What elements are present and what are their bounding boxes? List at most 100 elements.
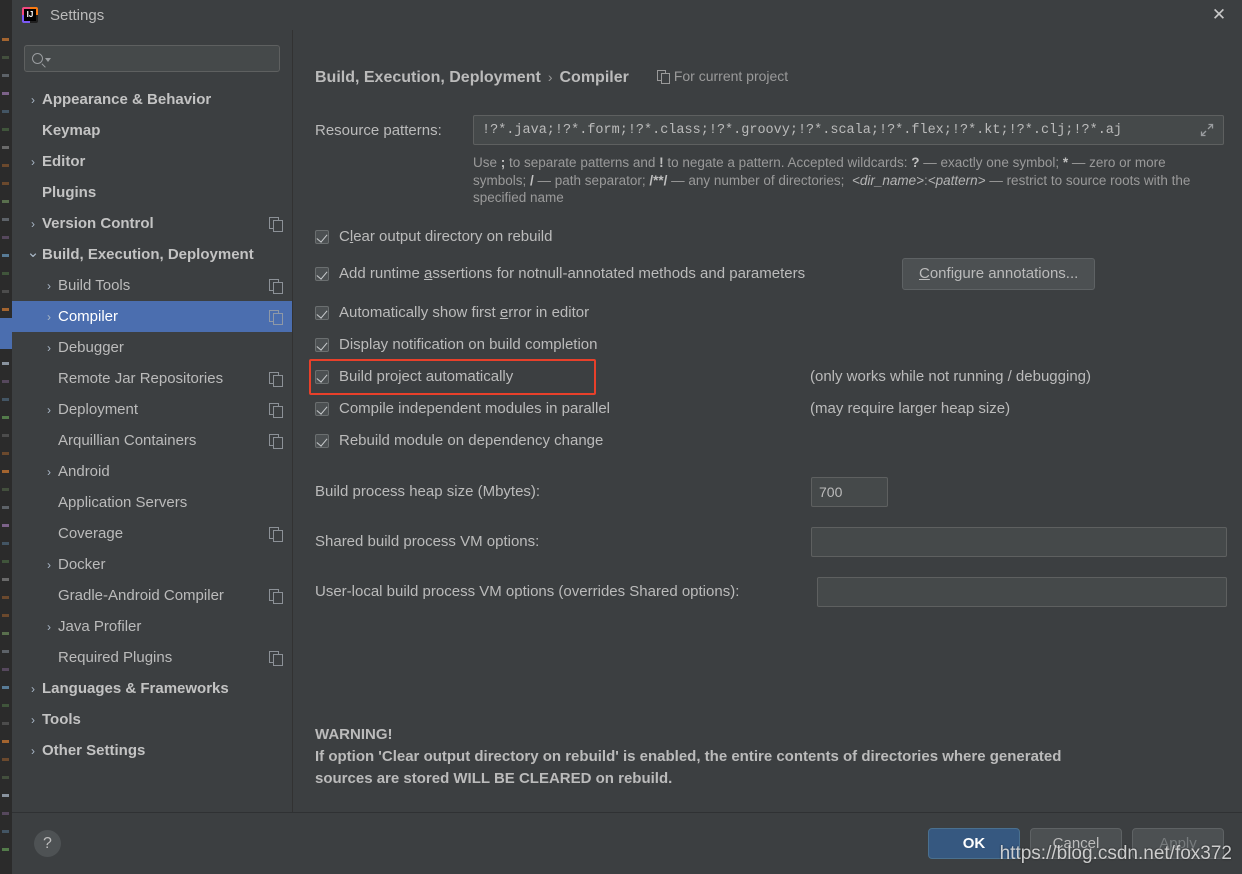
project-scope-icon <box>269 372 283 387</box>
chevron-right-icon[interactable]: › <box>24 714 42 726</box>
chevron-right-icon[interactable]: › <box>24 683 42 695</box>
configure-annotations-button[interactable]: Configure annotations... <box>902 257 1096 290</box>
sidebar-item-deployment[interactable]: › Deployment <box>12 394 292 425</box>
checkbox-label: Compile independent modules in parallel <box>339 400 611 417</box>
resource-patterns-field[interactable]: !?*.java;!?*.form;!?*.class;!?*.groovy;!… <box>473 115 1224 145</box>
search-box[interactable] <box>24 45 280 72</box>
checkbox-note: (only works while not running / debuggin… <box>810 368 1091 385</box>
chevron-right-icon[interactable]: › <box>24 218 42 230</box>
search-input[interactable] <box>51 51 272 66</box>
breadcrumb-separator: › <box>547 69 553 85</box>
chevron-right-icon[interactable]: › <box>40 559 58 571</box>
field-row: Shared build process VM options: <box>315 526 1227 557</box>
code-line-fragment <box>2 848 9 851</box>
chevron-right-icon[interactable]: › <box>40 311 58 323</box>
sidebar-item-plugins[interactable]: Plugins <box>12 177 292 208</box>
checkbox-display-notification-on-build-completion[interactable]: Display notification on build completion <box>315 336 597 353</box>
dialog-button-group: OK Cancel Apply <box>928 828 1224 859</box>
checkbox-indicator[interactable] <box>315 433 329 448</box>
sidebar-item-appearance-behavior[interactable]: › Appearance & Behavior <box>12 84 292 115</box>
chevron-right-icon[interactable]: › <box>24 94 42 106</box>
sidebar-item-docker[interactable]: › Docker <box>12 549 292 580</box>
sidebar-item-required-plugins[interactable]: Required Plugins <box>12 642 292 673</box>
checkbox-indicator[interactable] <box>315 369 329 384</box>
sidebar-item-compiler[interactable]: › Compiler <box>12 301 292 332</box>
sidebar-item-coverage[interactable]: Coverage <box>12 518 292 549</box>
checkbox-indicator[interactable] <box>315 229 329 244</box>
field-row: Build process heap size (Mbytes): <box>315 476 1224 507</box>
chevron-down-icon[interactable]: ⌄ <box>24 245 42 260</box>
checkbox-clear-output-directory-on-rebuild[interactable]: Clear output directory on rebuild <box>315 228 552 245</box>
project-scope-icon <box>269 310 283 325</box>
sidebar-item-build-tools[interactable]: › Build Tools <box>12 270 292 301</box>
sidebar-item-android[interactable]: › Android <box>12 456 292 487</box>
sidebar-item-arquillian-containers[interactable]: Arquillian Containers <box>12 425 292 456</box>
compiler-fields-list: Build process heap size (Mbytes): Shared … <box>315 476 1227 607</box>
sidebar-item-label: Arquillian Containers <box>58 432 197 449</box>
sidebar-item-gradle-android-compiler[interactable]: Gradle-Android Compiler <box>12 580 292 611</box>
code-line-fragment <box>2 614 9 617</box>
user-local-vm-options-input[interactable] <box>817 576 1227 607</box>
sidebar-item-remote-jar-repositories[interactable]: Remote Jar Repositories <box>12 363 292 394</box>
checkbox-row: Compile independent modules in parallel (… <box>315 393 1224 425</box>
sidebar-item-other-settings[interactable]: › Other Settings <box>12 735 292 766</box>
cancel-button[interactable]: Cancel <box>1030 828 1122 859</box>
sidebar-item-label: Gradle-Android Compiler <box>58 587 224 604</box>
project-scope-icon <box>656 70 670 84</box>
sidebar-item-debugger[interactable]: › Debugger <box>12 332 292 363</box>
checkbox-automatically-show-first-error-in-editor[interactable]: Automatically show first error in editor <box>315 304 589 321</box>
chevron-right-icon[interactable]: › <box>24 156 42 168</box>
chevron-right-icon[interactable]: › <box>40 280 58 292</box>
sidebar-item-label: Remote Jar Repositories <box>58 370 224 387</box>
checkbox-label: Add runtime assertions for notnull-annot… <box>339 265 806 282</box>
close-icon[interactable]: ✕ <box>1196 0 1242 30</box>
breadcrumb: Build, Execution, Deployment › Compiler … <box>315 68 1224 87</box>
project-scope-icon <box>269 403 283 418</box>
sidebar-item-languages-frameworks[interactable]: › Languages & Frameworks <box>12 673 292 704</box>
checkbox-rebuild-module-on-dependency-change[interactable]: Rebuild module on dependency change <box>315 432 603 449</box>
ok-button[interactable]: OK <box>928 828 1020 859</box>
sidebar-item-application-servers[interactable]: Application Servers <box>12 487 292 518</box>
checkbox-add-runtime-assertions-for-notnull-annotated-methods-and-parameters[interactable]: Add runtime assertions for notnull-annot… <box>315 265 805 282</box>
code-line-fragment <box>2 758 9 761</box>
chevron-right-icon[interactable]: › <box>40 404 58 416</box>
resource-patterns-hint: Use ; to separate patterns and ! to nega… <box>473 155 1191 205</box>
checkbox-indicator[interactable] <box>315 401 329 416</box>
warning-line-1: If option 'Clear output directory on reb… <box>315 748 1062 765</box>
checkbox-indicator[interactable] <box>315 305 329 320</box>
checkbox-build-project-automatically[interactable]: Build project automatically <box>315 368 513 385</box>
chevron-right-icon[interactable]: › <box>40 466 58 478</box>
background-editor-strip <box>0 0 12 874</box>
resource-patterns-row: Resource patterns: !?*.java;!?*.form;!?*… <box>315 115 1224 145</box>
project-scope-label: For current project <box>656 68 788 84</box>
sidebar-item-keymap[interactable]: Keymap <box>12 115 292 146</box>
sidebar-item-editor[interactable]: › Editor <box>12 146 292 177</box>
sidebar-item-tools[interactable]: › Tools <box>12 704 292 735</box>
code-line-fragment <box>2 254 9 257</box>
apply-button: Apply <box>1132 828 1224 859</box>
chevron-right-icon[interactable]: › <box>40 342 58 354</box>
breadcrumb-parent[interactable]: Build, Execution, Deployment <box>315 69 541 87</box>
code-line-fragment <box>2 218 9 221</box>
checkbox-indicator[interactable] <box>315 337 329 352</box>
help-question-icon[interactable]: ? <box>34 830 61 857</box>
code-line-fragment <box>2 722 9 725</box>
project-scope-icon <box>269 589 283 604</box>
chevron-right-icon[interactable]: › <box>24 745 42 757</box>
checkbox-compile-independent-modules-in-parallel[interactable]: Compile independent modules in parallel <box>315 400 610 417</box>
build-heap-size-input[interactable] <box>811 476 888 507</box>
shared-vm-options-input[interactable] <box>811 526 1227 557</box>
code-line-fragment <box>2 794 9 797</box>
resource-patterns-value[interactable]: !?*.java;!?*.form;!?*.class;!?*.groovy;!… <box>482 123 1199 138</box>
field-label: User-local build process VM options (ove… <box>315 583 740 600</box>
checkbox-indicator[interactable] <box>315 266 329 281</box>
chevron-right-icon[interactable]: › <box>40 621 58 633</box>
checkbox-label: Clear output directory on rebuild <box>339 228 553 245</box>
code-line-fragment <box>2 578 9 581</box>
title-bar: IJ Settings ✕ <box>12 0 1242 30</box>
expand-editor-icon[interactable] <box>1199 122 1215 138</box>
code-line-fragment <box>2 506 9 509</box>
sidebar-item-build-execution-deployment[interactable]: ⌄ Build, Execution, Deployment <box>12 239 292 270</box>
sidebar-item-version-control[interactable]: › Version Control <box>12 208 292 239</box>
sidebar-item-java-profiler[interactable]: › Java Profiler <box>12 611 292 642</box>
